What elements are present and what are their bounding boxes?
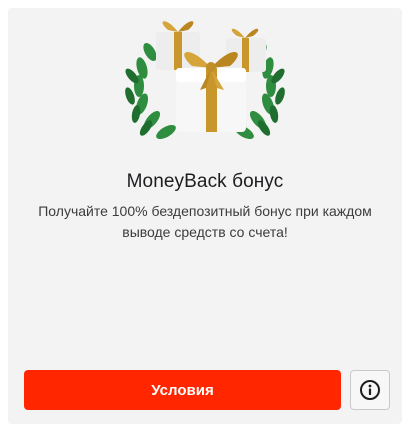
info-circle-icon (360, 380, 380, 400)
terms-button[interactable]: Условия (24, 370, 341, 410)
terms-button-label: Условия (151, 381, 214, 399)
gift-boxes-laurel-wreath-icon (125, 21, 285, 139)
moneyback-bonus-card: MoneyBack бонус Получайте 100% бездепози… (8, 8, 402, 424)
info-button[interactable] (350, 370, 390, 410)
bonus-title: MoneyBack бонус (126, 171, 284, 192)
bonus-description: Получайте 100% бездепозитный бонус при к… (38, 203, 372, 240)
